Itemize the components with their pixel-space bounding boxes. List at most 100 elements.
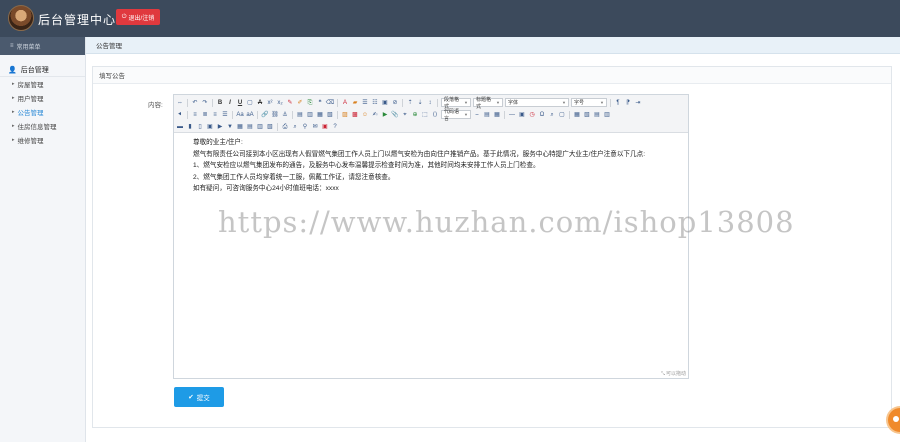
- sidebar-item-repairs[interactable]: ▸ 维修管理: [0, 133, 85, 147]
- source-icon[interactable]: ⇔: [176, 99, 184, 107]
- time-icon[interactable]: ◷: [528, 111, 536, 119]
- delete-table-icon[interactable]: ▧: [583, 111, 591, 119]
- delete-row-icon[interactable]: ▬: [176, 123, 184, 131]
- subscript-icon[interactable]: x₂: [276, 99, 284, 107]
- insert-col-icon[interactable]: ▮: [186, 123, 194, 131]
- logout-button[interactable]: ⏻ 退出/注销: [116, 9, 160, 25]
- submit-button[interactable]: ✔ 提交: [174, 387, 224, 407]
- insert-row-icon[interactable]: ▥: [603, 111, 611, 119]
- insert-video-icon[interactable]: ▶: [381, 111, 389, 119]
- split-to-rows-icon[interactable]: ▤: [246, 123, 254, 131]
- drafts-icon[interactable]: ✉: [311, 123, 319, 131]
- split-to-cols-icon[interactable]: ▥: [256, 123, 264, 131]
- horizontal-rule-icon[interactable]: —: [508, 111, 516, 119]
- search-icon[interactable]: ⚲: [301, 123, 309, 131]
- row-spacing-bottom-icon[interactable]: ⇣: [416, 99, 424, 107]
- font-size-select[interactable]: 字号 ▼: [571, 98, 607, 107]
- preview-icon[interactable]: ▢: [558, 111, 566, 119]
- to-lowercase-icon[interactable]: aA: [246, 111, 254, 119]
- redo-icon[interactable]: ↷: [201, 99, 209, 107]
- submit-label: 提交: [196, 395, 210, 402]
- scrawl-icon[interactable]: ✍: [371, 111, 379, 119]
- paragraph-select[interactable]: 标题格式 ▼: [473, 97, 503, 110]
- merge-cells-icon[interactable]: ▣: [206, 123, 214, 131]
- date-icon[interactable]: ▣: [518, 111, 526, 119]
- insert-image-icon[interactable]: ▩: [351, 111, 359, 119]
- bold-icon[interactable]: B: [216, 99, 224, 107]
- caret-right-icon: ▸: [12, 109, 15, 115]
- to-uppercase-icon[interactable]: Aa: [236, 111, 244, 119]
- floating-chat-widget[interactable]: [888, 408, 900, 432]
- unordered-list-icon[interactable]: ☷: [371, 99, 379, 107]
- align-right-icon[interactable]: ≡: [211, 111, 219, 119]
- superscript-icon[interactable]: x²: [266, 99, 274, 107]
- select-all-icon[interactable]: ▣: [381, 99, 389, 107]
- merge-right-icon[interactable]: ▶: [216, 123, 224, 131]
- sidebar-item-houses[interactable]: ▸ 房屋管理: [0, 77, 85, 91]
- unlink-icon[interactable]: ⛓: [271, 111, 279, 119]
- map-icon[interactable]: ⌖: [401, 111, 409, 119]
- word-image-icon[interactable]: ▣: [321, 123, 329, 131]
- autotype-icon[interactable]: ✐: [296, 99, 304, 107]
- sidebar-item-notices[interactable]: ▸ 公告管理: [0, 105, 85, 119]
- link-icon[interactable]: 🔗: [261, 111, 269, 119]
- insert-code-icon[interactable]: ⟨⟩: [431, 111, 439, 119]
- gmap-icon[interactable]: ⊕: [411, 111, 419, 119]
- format-match-icon[interactable]: ✎: [286, 99, 294, 107]
- sidebar-item-users[interactable]: ▸ 用户管理: [0, 91, 85, 105]
- align-left-icon[interactable]: ≡: [191, 111, 199, 119]
- template-icon[interactable]: ▤: [483, 111, 491, 119]
- sidebar-item-housing-info[interactable]: ▸ 住房信息管理: [0, 119, 85, 133]
- border-icon[interactable]: ▢: [246, 99, 254, 107]
- underline-icon[interactable]: U: [236, 99, 244, 107]
- delete-col-icon[interactable]: ▯: [196, 123, 204, 131]
- blockquote-icon[interactable]: ❝: [316, 99, 324, 107]
- special-chars-icon[interactable]: Ω: [538, 111, 546, 119]
- ordered-list-icon[interactable]: ☰: [361, 99, 369, 107]
- rich-text-editor[interactable]: ⇔ ↶ ↷ B I U ▢ A x² x₂ ✎ ✐ ⎘ ❝ ⌫ A ▰ ☰ ☷ …: [173, 94, 689, 379]
- strikethrough-icon[interactable]: A: [256, 99, 264, 107]
- simple-upload-icon[interactable]: ▨: [341, 111, 349, 119]
- help-icon[interactable]: ?: [331, 123, 339, 131]
- justify-left-icon[interactable]: ⯇: [176, 111, 184, 119]
- split-to-cells-icon[interactable]: ▦: [236, 123, 244, 131]
- line-height-icon[interactable]: ↕: [426, 99, 434, 107]
- font-family-select[interactable]: 字体 ▼: [505, 98, 569, 107]
- insert-paragraph-before-table-icon[interactable]: ▤: [593, 111, 601, 119]
- merge-down-icon[interactable]: ▼: [226, 123, 234, 131]
- code-language-select[interactable]: 代码语言 ▼: [441, 109, 471, 122]
- search-replace-icon[interactable]: ⌕: [548, 111, 556, 119]
- sidebar-group-admin[interactable]: 👤 后台管理: [0, 63, 85, 77]
- customstyle-select[interactable]: 段落格式 ▼: [441, 97, 471, 110]
- page-break-icon[interactable]: ⎯: [473, 111, 481, 119]
- attachment-icon[interactable]: 📎: [391, 111, 399, 119]
- insert-table-icon[interactable]: ▦: [573, 111, 581, 119]
- resize-handle[interactable]: ⤡ 可以拖动: [661, 370, 686, 378]
- align-justify-icon[interactable]: ☰: [221, 111, 229, 119]
- highlight-icon[interactable]: ▰: [351, 99, 359, 107]
- insert-frame-icon[interactable]: ⬚: [421, 111, 429, 119]
- undo-icon[interactable]: ↶: [191, 99, 199, 107]
- image-none-icon[interactable]: ▤: [296, 111, 304, 119]
- editor-content[interactable]: 尊敬的业主/住户: 燃气有限责任公司接到本小区出现有人假冒燃气集团工作人员上门以…: [174, 133, 688, 199]
- emotion-icon[interactable]: ☺: [361, 111, 369, 119]
- font-color-icon[interactable]: A: [341, 99, 349, 107]
- ltr-icon[interactable]: ¶: [614, 99, 622, 107]
- preview-doc-icon[interactable]: ⌕: [291, 123, 299, 131]
- print-icon[interactable]: ⎙: [281, 123, 289, 131]
- clear-doc-icon[interactable]: ⊘: [391, 99, 399, 107]
- image-center-icon[interactable]: ▧: [326, 111, 334, 119]
- indent-icon[interactable]: ⇥: [634, 99, 642, 107]
- chart-icon[interactable]: ▧: [266, 123, 274, 131]
- paste-plain-icon[interactable]: ⎘: [306, 99, 314, 107]
- anchor-icon[interactable]: ⚓: [281, 111, 289, 119]
- background-icon[interactable]: ▦: [493, 111, 501, 119]
- italic-icon[interactable]: I: [226, 99, 234, 107]
- image-left-icon[interactable]: ▥: [306, 111, 314, 119]
- align-center-icon[interactable]: ≣: [201, 111, 209, 119]
- remove-format-icon[interactable]: ⌫: [326, 99, 334, 107]
- avatar[interactable]: [8, 5, 34, 31]
- row-spacing-top-icon[interactable]: ⇡: [406, 99, 414, 107]
- rtl-icon[interactable]: ⁋: [624, 99, 632, 107]
- image-right-icon[interactable]: ▦: [316, 111, 324, 119]
